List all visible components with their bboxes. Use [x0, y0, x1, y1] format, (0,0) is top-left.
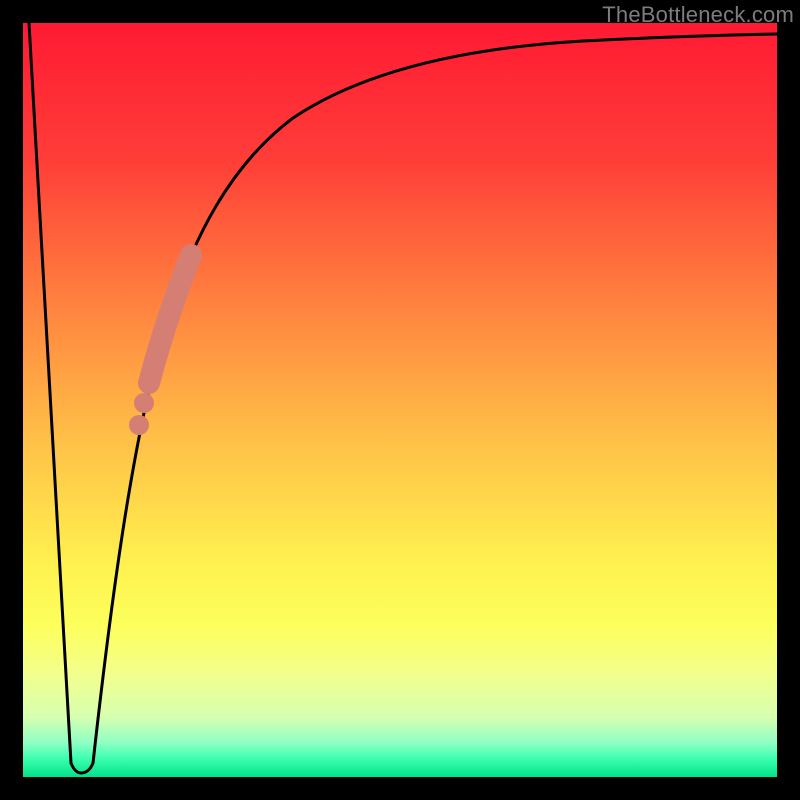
- chart-frame: TheBottleneck.com: [0, 0, 800, 800]
- bottleneck-plot: [23, 23, 777, 777]
- watermark-label: TheBottleneck.com: [602, 2, 794, 28]
